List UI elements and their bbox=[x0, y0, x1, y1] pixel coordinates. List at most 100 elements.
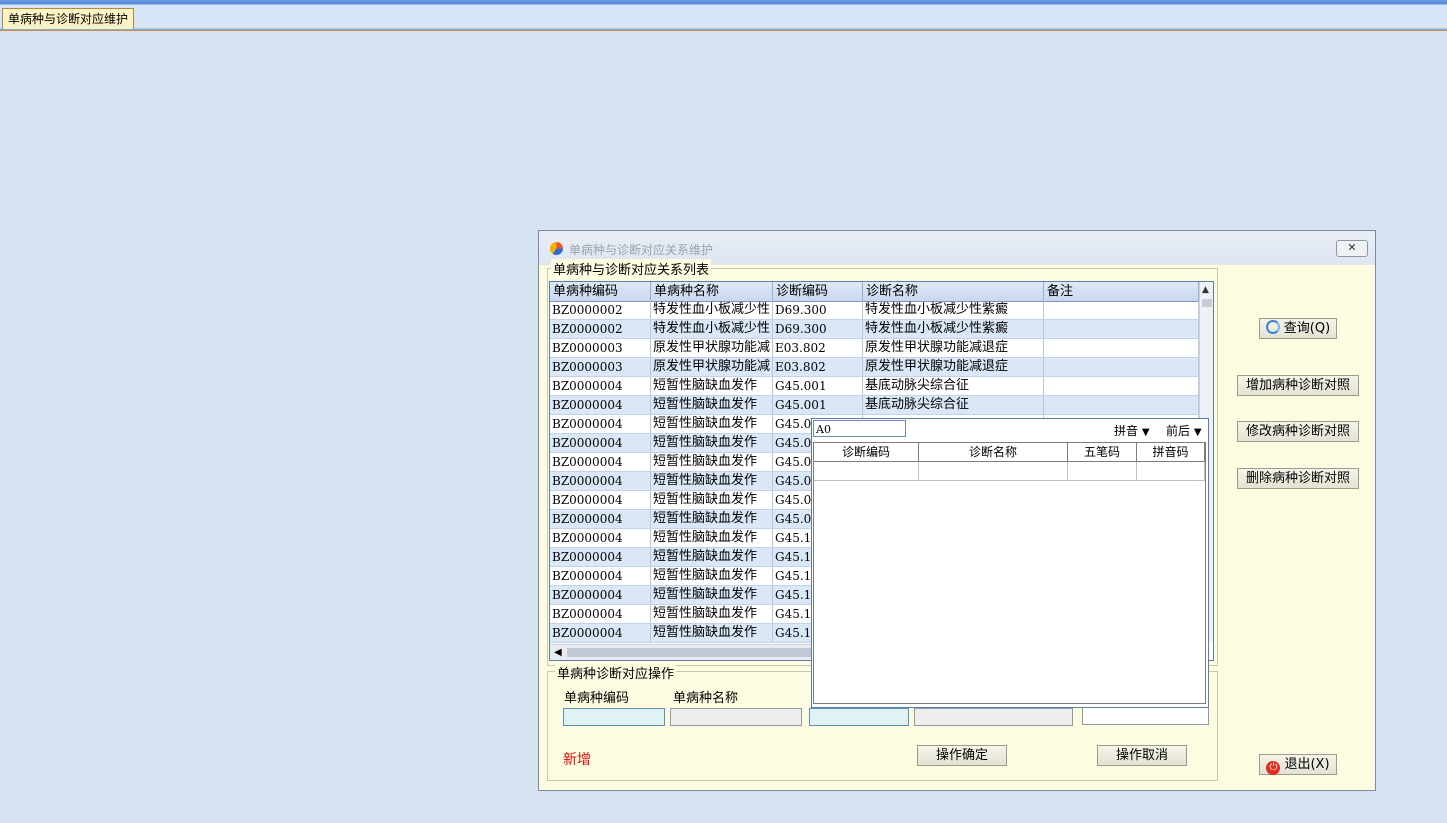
close-button[interactable]: ✕ bbox=[1336, 240, 1368, 257]
cell-disease-code: BZ0000004 bbox=[550, 624, 651, 642]
lookup-match-select[interactable]: 前后 ▼ bbox=[1166, 422, 1202, 439]
cell-disease-name: 短暂性脑缺血发作 bbox=[651, 434, 773, 452]
label-disease-name: 单病种名称 bbox=[673, 691, 739, 706]
cell-disease-name: 短暂性脑缺血发作 bbox=[651, 396, 773, 414]
table-row[interactable]: BZ0000004 短暂性脑缺血发作 G45.001 基底动脉尖综合征 bbox=[550, 377, 1199, 396]
cell-note bbox=[1044, 396, 1199, 414]
power-icon: ⏻ bbox=[1266, 761, 1281, 775]
note-input[interactable] bbox=[1082, 707, 1209, 725]
scroll-up-icon[interactable]: ▲ bbox=[1202, 285, 1209, 295]
cell-disease-name: 原发性甲状腺功能减 bbox=[651, 358, 773, 376]
table-row[interactable]: BZ0000002 特发性血小板减少性 D69.300 特发性血小板减少性紫癜 bbox=[550, 301, 1199, 320]
cell-disease-code: BZ0000004 bbox=[550, 548, 651, 566]
add-mapping-button[interactable]: 增加病种诊断对照 bbox=[1237, 375, 1359, 396]
table-row[interactable]: BZ0000003 原发性甲状腺功能减 E03.802 原发性甲状腺功能减退症 bbox=[550, 339, 1199, 358]
cell-disease-code: BZ0000004 bbox=[550, 529, 651, 547]
app-logo-icon bbox=[550, 242, 563, 255]
scroll-left-icon[interactable]: ◀ bbox=[554, 647, 562, 658]
cell-diagnosis-code: D69.300 bbox=[773, 320, 863, 338]
cell-disease-code: BZ0000003 bbox=[550, 339, 651, 357]
table-row[interactable]: BZ0000003 原发性甲状腺功能减 E03.802 原发性甲状腺功能减退症 bbox=[550, 358, 1199, 377]
cell-disease-name: 短暂性脑缺血发作 bbox=[651, 567, 773, 585]
cell-note bbox=[1044, 301, 1199, 319]
cancel-button[interactable]: 操作取消 bbox=[1097, 745, 1187, 766]
list-group-legend: 单病种与诊断对应关系列表 bbox=[551, 259, 712, 278]
cell-diagnosis-name: 原发性甲状腺功能减退症 bbox=[863, 339, 1044, 357]
hscroll-thumb[interactable] bbox=[567, 648, 812, 657]
col-header-diag-name[interactable]: 诊断名称 bbox=[863, 282, 1044, 301]
cell-disease-name: 短暂性脑缺血发作 bbox=[651, 472, 773, 490]
disease-code-input[interactable] bbox=[563, 708, 665, 726]
cell-diagnosis-code: G45.001 bbox=[773, 396, 863, 414]
cell-disease-code: BZ0000004 bbox=[550, 605, 651, 623]
lookup-col-diag-name: 诊断名称 bbox=[919, 443, 1068, 461]
lookup-col-pinyin: 拼音码 bbox=[1137, 443, 1205, 461]
scroll-thumb[interactable] bbox=[1202, 299, 1212, 307]
lookup-empty-row[interactable] bbox=[814, 462, 1205, 481]
col-header-diag-code[interactable]: 诊断编码 bbox=[773, 282, 863, 301]
lookup-mode-label: 拼音 bbox=[1114, 424, 1139, 438]
cell-note bbox=[1044, 339, 1199, 357]
cell-disease-code: BZ0000003 bbox=[550, 358, 651, 376]
cell-note bbox=[1044, 358, 1199, 376]
query-button[interactable]: 查询(Q) bbox=[1259, 318, 1337, 339]
disease-name-input[interactable] bbox=[670, 708, 802, 726]
cell-disease-name: 短暂性脑缺血发作 bbox=[651, 624, 773, 642]
cell-diagnosis-name: 特发性血小板减少性紫癜 bbox=[863, 320, 1044, 338]
cell-disease-code: BZ0000004 bbox=[550, 510, 651, 528]
lookup-grid[interactable]: 诊断编码 诊断名称 五笔码 拼音码 bbox=[813, 442, 1206, 704]
query-button-label: 查询(Q) bbox=[1283, 321, 1331, 336]
cell-disease-code: BZ0000002 bbox=[550, 320, 651, 338]
operation-group-legend: 单病种诊断对应操作 bbox=[555, 663, 677, 682]
cell-diagnosis-code: E03.802 bbox=[773, 339, 863, 357]
diagnosis-lookup-popup: A0 拼音 ▼ 前后 ▼ 诊断编码 诊断名称 五笔码 拼音码 bbox=[811, 418, 1209, 708]
table-row[interactable]: BZ0000002 特发性血小板减少性 D69.300 特发性血小板减少性紫癜 bbox=[550, 320, 1199, 339]
cell-disease-name: 特发性血小板减少性 bbox=[651, 320, 773, 338]
table-row[interactable]: BZ0000004 短暂性脑缺血发作 G45.001 基底动脉尖综合征 bbox=[550, 396, 1199, 415]
cell-disease-name: 短暂性脑缺血发作 bbox=[651, 510, 773, 528]
cell-disease-name: 短暂性脑缺血发作 bbox=[651, 529, 773, 547]
grid-header: 单病种编码 单病种名称 诊断编码 诊断名称 备注 bbox=[550, 282, 1199, 302]
col-header-name[interactable]: 单病种名称 bbox=[651, 282, 773, 301]
cell-disease-name: 短暂性脑缺血发作 bbox=[651, 586, 773, 604]
cell-disease-code: BZ0000004 bbox=[550, 434, 651, 452]
cell-disease-code: BZ0000004 bbox=[550, 567, 651, 585]
cell-diagnosis-name: 基底动脉尖综合征 bbox=[863, 396, 1044, 414]
mapping-dialog: 单病种与诊断对应关系维护 ✕ 单病种与诊断对应关系列表 单病种编码 单病种名称 … bbox=[538, 230, 1376, 791]
cell-disease-name: 特发性血小板减少性 bbox=[651, 301, 773, 319]
lookup-cell bbox=[814, 462, 919, 480]
cell-disease-name: 短暂性脑缺血发作 bbox=[651, 491, 773, 509]
cell-diagnosis-code: E03.802 bbox=[773, 358, 863, 376]
cell-diagnosis-name: 特发性血小板减少性紫癜 bbox=[863, 301, 1044, 319]
lookup-mode-select[interactable]: 拼音 ▼ bbox=[1114, 422, 1150, 439]
label-disease-code: 单病种编码 bbox=[564, 691, 630, 706]
lookup-search-input[interactable]: A0 bbox=[813, 420, 906, 437]
diagnosis-code-input[interactable] bbox=[809, 708, 909, 726]
confirm-button[interactable]: 操作确定 bbox=[917, 745, 1007, 766]
dropdown-arrow-icon: ▼ bbox=[1141, 427, 1150, 438]
delete-mapping-button[interactable]: 删除病种诊断对照 bbox=[1237, 468, 1359, 489]
cell-disease-code: BZ0000004 bbox=[550, 396, 651, 414]
cell-disease-name: 短暂性脑缺血发作 bbox=[651, 548, 773, 566]
col-header-code[interactable]: 单病种编码 bbox=[550, 282, 651, 301]
lookup-match-label: 前后 bbox=[1166, 424, 1191, 438]
cell-diagnosis-name: 基底动脉尖综合征 bbox=[863, 377, 1044, 395]
dialog-title: 单病种与诊断对应关系维护 bbox=[569, 243, 714, 257]
cell-diagnosis-code: G45.001 bbox=[773, 377, 863, 395]
cell-disease-name: 原发性甲状腺功能减 bbox=[651, 339, 773, 357]
lookup-cell bbox=[919, 462, 1068, 480]
cell-diagnosis-name: 原发性甲状腺功能减退症 bbox=[863, 358, 1044, 376]
exit-button-label: 退出(X) bbox=[1284, 757, 1330, 772]
cell-disease-name: 短暂性脑缺血发作 bbox=[651, 453, 773, 471]
dropdown-arrow-icon: ▼ bbox=[1193, 427, 1202, 438]
exit-button[interactable]: ⏻ 退出(X) bbox=[1259, 754, 1337, 775]
cell-disease-code: BZ0000004 bbox=[550, 453, 651, 471]
tab-single-disease-mapping[interactable]: 单病种与诊断对应维护 bbox=[2, 8, 135, 29]
cell-disease-code: BZ0000004 bbox=[550, 377, 651, 395]
cell-disease-code: BZ0000004 bbox=[550, 491, 651, 509]
col-header-note[interactable]: 备注 bbox=[1044, 282, 1199, 301]
lookup-cell bbox=[1068, 462, 1137, 480]
cell-disease-name: 短暂性脑缺血发作 bbox=[651, 415, 773, 433]
diagnosis-name-input[interactable] bbox=[914, 708, 1073, 726]
modify-mapping-button[interactable]: 修改病种诊断对照 bbox=[1237, 421, 1359, 442]
